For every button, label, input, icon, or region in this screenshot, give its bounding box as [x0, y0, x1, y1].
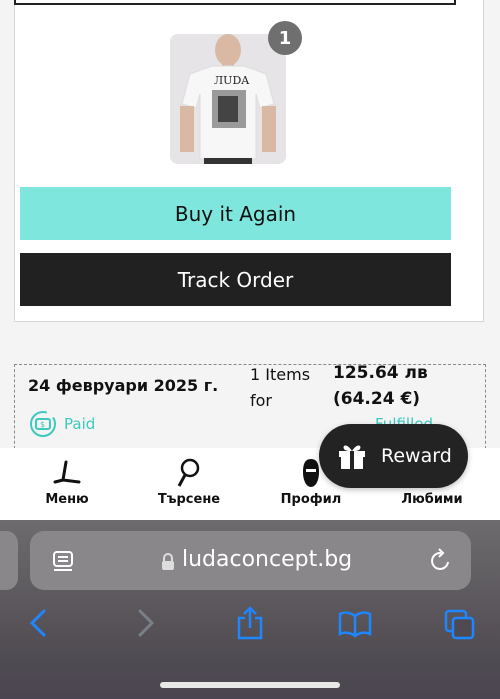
order-items-count: 1 Items for: [250, 365, 311, 410]
nav-item-label: Търсене: [157, 492, 221, 507]
menu-icon: [12, 458, 122, 488]
browser-toolbar: ludaconcept.bg: [0, 520, 500, 699]
search-icon: [134, 458, 244, 488]
item-count-badge: 1: [268, 21, 302, 55]
divider: [14, 3, 456, 5]
tabs-icon[interactable]: [444, 609, 476, 641]
address-bar[interactable]: ludaconcept.bg: [30, 531, 471, 590]
bookmarks-icon[interactable]: [338, 610, 372, 638]
share-icon[interactable]: [236, 606, 264, 640]
nav-item-label: Профил: [280, 492, 342, 507]
previous-tab-preview[interactable]: [0, 531, 18, 590]
back-icon[interactable]: [28, 608, 48, 638]
tshirt-model-image: ЛUDA: [170, 34, 286, 164]
reward-button[interactable]: Reward: [319, 424, 468, 488]
reader-icon[interactable]: [52, 550, 74, 574]
forward-icon[interactable]: [136, 608, 156, 638]
track-order-button[interactable]: Track Order: [20, 253, 451, 306]
home-indicator: [160, 682, 340, 688]
payment-status: $ Paid: [28, 409, 95, 439]
url-text: ludaconcept.bg: [182, 547, 353, 572]
reload-icon[interactable]: [429, 548, 453, 574]
nav-item-search[interactable]: Търсене: [134, 458, 244, 507]
order-total: 125.64 лв (64.24 €): [333, 360, 428, 412]
buy-again-button[interactable]: Buy it Again: [20, 187, 451, 240]
reward-label: Reward: [381, 445, 452, 467]
payment-icon: $: [30, 411, 56, 437]
order-date: 24 февруари 2025 г.: [28, 376, 219, 395]
lock-icon: [162, 553, 174, 570]
divider: [14, 0, 16, 5]
nav-item-label: Меню: [45, 492, 89, 507]
divider: [454, 0, 456, 5]
product-image[interactable]: ЛUDA: [170, 34, 286, 164]
gift-icon: [339, 445, 365, 469]
svg-text:$: $: [40, 420, 45, 429]
nav-item-menu[interactable]: Меню: [12, 458, 122, 507]
order-total-eur: (64.24 €): [333, 389, 421, 409]
payment-status-label: Paid: [64, 415, 96, 433]
svg-text:ЛUDA: ЛUDA: [214, 74, 250, 87]
nav-item-label: Любими: [401, 492, 463, 507]
order-total-bgn: 125.64 лв: [333, 363, 428, 383]
